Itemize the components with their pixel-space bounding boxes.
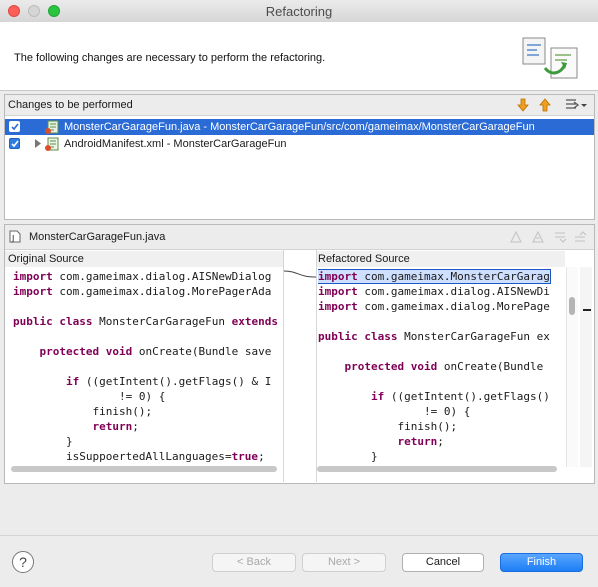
original-source-header: Original Source <box>5 251 283 267</box>
code-line: protected void onCreate(Bundle save <box>39 345 272 358</box>
overview-ruler <box>580 267 592 467</box>
change-item-checkbox[interactable] <box>9 138 20 149</box>
code-line: } <box>318 450 378 463</box>
header-message: The following changes are necessary to p… <box>14 52 326 64</box>
original-source-text[interactable]: import com.gameimax.dialog.AISNewDialog i… <box>13 269 283 465</box>
refactored-source-header: Refactored Source <box>315 251 565 267</box>
arrow-up-icon <box>539 98 551 112</box>
code-line: finish(); <box>397 420 458 433</box>
code-line: isSuppoertedAllLanguages=true; <box>65 450 265 463</box>
change-item-manifest[interactable]: AndroidManifest.xml - MonsterCarGarageFu… <box>5 136 594 152</box>
title-bar: Refactoring <box>0 0 598 23</box>
java-file-icon: J <box>9 230 21 243</box>
code-line: import com.gameimax.dialog.AISNewDi <box>318 285 550 298</box>
code-line: import com.gameimax.dialog.MorePage <box>318 300 550 313</box>
compare-file-title: MonsterCarGarageFun.java <box>29 231 166 243</box>
next-change-button[interactable] <box>515 97 531 113</box>
refactoring-wizard-icon <box>522 37 578 79</box>
window-title: Refactoring <box>265 4 333 19</box>
changes-panel: Changes to be performed MonsterCarGarage… <box>4 94 595 220</box>
code-line: import com.gameimax.MonsterCarGarag <box>318 269 551 284</box>
java-change-icon <box>45 120 59 134</box>
diff-connector <box>284 270 316 278</box>
next-button[interactable]: Next > <box>302 553 386 572</box>
xml-change-icon <box>45 137 59 151</box>
next-difference-icon <box>555 232 567 243</box>
change-item-java[interactable]: MonsterCarGarageFun.java - MonsterCarGar… <box>5 119 594 135</box>
scrollbar-thumb[interactable] <box>569 297 575 315</box>
expand-arrow-icon[interactable] <box>34 139 42 148</box>
button-bar-separator <box>0 535 598 536</box>
previous-change-button[interactable] <box>537 97 553 113</box>
help-button[interactable]: ? <box>12 551 34 573</box>
refactored-source-title: Refactored Source <box>318 253 410 265</box>
code-line: public class MonsterCarGarageFun ex <box>318 330 550 343</box>
code-line: != 0) { <box>318 405 471 418</box>
code-line: import com.gameimax.dialog.MorePagerAda <box>13 285 272 298</box>
change-item-checkbox[interactable] <box>9 121 20 132</box>
code-line: protected void onCreate(Bundle <box>344 360 544 373</box>
checkmark-icon <box>11 123 19 131</box>
changes-title: Changes to be performed <box>8 99 133 111</box>
wizard-header: The following changes are necessary to p… <box>0 22 598 91</box>
overview-change-marker[interactable] <box>583 309 591 311</box>
filter-menu-button[interactable] <box>563 97 589 113</box>
change-item-label: MonsterCarGarageFun.java - MonsterCarGar… <box>64 121 535 133</box>
finish-button[interactable]: Finish <box>500 553 583 572</box>
change-item-label: AndroidManifest.xml - MonsterCarGarageFu… <box>64 138 287 150</box>
code-line: if ((getIntent().getFlags() & I <box>65 375 272 388</box>
back-button[interactable]: < Back <box>212 553 296 572</box>
refactored-source-text[interactable]: import com.gameimax.MonsterCarGarag impor… <box>318 269 564 465</box>
previous-difference-icon <box>575 231 587 242</box>
refactored-horizontal-scrollbar[interactable] <box>317 466 557 472</box>
diff-gutter <box>283 250 317 482</box>
code-line: finish(); <box>92 405 153 418</box>
compare-header: J MonsterCarGarageFun.java <box>5 225 594 250</box>
code-line: if ((getIntent().getFlags() <box>370 390 550 403</box>
svg-text:J: J <box>11 234 14 243</box>
arrow-down-icon <box>517 98 529 112</box>
original-horizontal-scrollbar[interactable] <box>11 466 277 472</box>
code-line: return; <box>92 420 139 433</box>
cancel-button[interactable]: Cancel <box>402 553 484 572</box>
code-line: } <box>13 435 73 448</box>
copy-right-icon <box>532 230 544 243</box>
code-line: return; <box>397 435 444 448</box>
changes-header: Changes to be performed <box>5 95 594 116</box>
compare-panel: J MonsterCarGarageFun.java Original Sour… <box>4 224 595 484</box>
code-line: != 0) { <box>13 390 166 403</box>
checkmark-icon <box>11 140 19 148</box>
original-source-title: Original Source <box>8 253 84 265</box>
filter-icon <box>566 99 587 109</box>
code-line: public class MonsterCarGarageFun extends <box>13 315 278 328</box>
code-line: import com.gameimax.dialog.AISNewDialog <box>13 270 272 283</box>
copy-left-icon <box>510 230 522 243</box>
